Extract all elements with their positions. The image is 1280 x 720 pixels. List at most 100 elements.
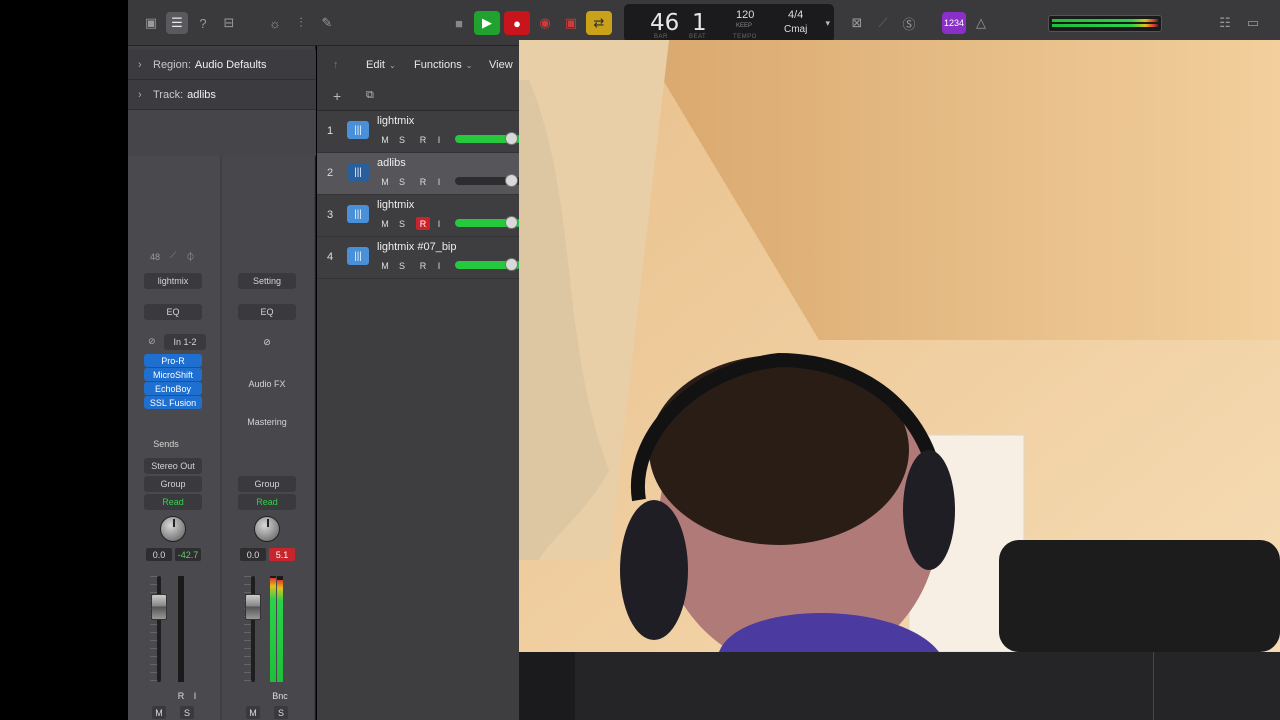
add-track-button[interactable]: + xyxy=(333,88,341,104)
mute-icon[interactable]: ⟋ xyxy=(872,12,894,34)
track-record-button[interactable]: R xyxy=(416,133,430,146)
automation-mode[interactable]: Read xyxy=(144,494,202,510)
lcd-display[interactable]: 46 1 BAR BEAT 120 KEEP TEMPO 4/4 Cmaj ▾ xyxy=(624,4,834,42)
capture-recording-button[interactable]: ◉ xyxy=(532,11,558,35)
chevron-down-icon[interactable]: ▾ xyxy=(825,18,830,29)
volume-fader-track[interactable] xyxy=(157,576,161,682)
track-mute-button[interactable]: M xyxy=(378,217,392,230)
inspector-icon[interactable]: ☰ xyxy=(166,12,188,34)
count-in-button[interactable]: 1234 xyxy=(942,12,966,34)
volume-readout[interactable]: 0.0 xyxy=(240,548,266,561)
play-button[interactable]: ▶ xyxy=(474,11,500,35)
audio-fx-slot[interactable]: Audio FX xyxy=(238,354,296,414)
volume-fader[interactable] xyxy=(151,594,167,620)
smart-controls-icon[interactable]: ☼ xyxy=(264,12,286,34)
pan-knob[interactable] xyxy=(160,516,186,542)
track-lane[interactable] xyxy=(575,652,1280,720)
up-arrow-icon[interactable]: ↑ xyxy=(333,59,339,71)
autopunch-button[interactable]: ▣ xyxy=(558,11,584,35)
plugin-slot-1[interactable]: Pro-R xyxy=(144,354,202,367)
stop-button[interactable]: ■ xyxy=(446,11,472,35)
channel-setting-button[interactable]: Setting xyxy=(238,273,296,289)
link-icon[interactable]: ⊘ xyxy=(238,334,296,350)
record-button[interactable]: ● xyxy=(504,11,530,35)
eq-button[interactable]: EQ xyxy=(144,304,202,320)
channel-setting-button[interactable]: lightmix xyxy=(144,273,202,289)
solo-button[interactable]: S xyxy=(274,706,288,719)
track-inspector-row[interactable]: › Track: adlibs xyxy=(128,80,316,110)
metronome-icon[interactable]: △ xyxy=(970,12,992,34)
chevron-right-icon[interactable]: › xyxy=(138,59,153,71)
group-slot[interactable]: Group xyxy=(238,476,296,492)
solo-button[interactable]: S xyxy=(180,706,194,719)
note-pad-icon[interactable]: ▭ xyxy=(1242,12,1264,34)
mastering-slot[interactable]: Mastering xyxy=(238,414,296,430)
mute-button[interactable]: M xyxy=(152,706,166,719)
quick-help-icon[interactable]: ? xyxy=(192,12,214,34)
track-input-monitor-button[interactable]: I xyxy=(432,259,446,272)
plugin-slot-4[interactable]: SSL Fusion xyxy=(144,396,202,409)
playhead[interactable] xyxy=(1153,652,1154,720)
peak-readout[interactable]: -42.7 xyxy=(175,548,201,561)
tuner-icon[interactable]: ⊠ xyxy=(846,12,868,34)
toolbar-icon[interactable]: ⊟ xyxy=(218,12,240,34)
track-name[interactable]: adlibs xyxy=(377,157,406,169)
gain-curve-icon[interactable]: ⟋ xyxy=(170,250,176,261)
automation-mode[interactable]: Read xyxy=(238,494,296,510)
track-name[interactable]: lightmix xyxy=(377,199,414,211)
track-volume-slider[interactable] xyxy=(455,132,521,145)
volume-slider-knob[interactable] xyxy=(505,174,518,187)
group-slot[interactable]: Group xyxy=(144,476,202,492)
eq-button[interactable]: EQ xyxy=(238,304,296,320)
input-monitor-button[interactable]: I xyxy=(188,689,202,702)
sends-slot[interactable]: Sends xyxy=(144,436,188,452)
output-slot[interactable]: Stereo Out xyxy=(144,458,202,474)
track-input-monitor-button[interactable]: I xyxy=(432,217,446,230)
track-volume-slider[interactable] xyxy=(455,258,521,271)
volume-fader-track[interactable] xyxy=(251,576,255,682)
track-volume-slider[interactable] xyxy=(455,174,521,187)
track-input-monitor-button[interactable]: I xyxy=(432,175,446,188)
cycle-button[interactable]: ⇄ xyxy=(586,11,612,35)
track-record-button[interactable]: R xyxy=(416,259,430,272)
track-record-button[interactable]: R xyxy=(416,175,430,188)
track-solo-button[interactable]: S xyxy=(395,133,409,146)
plugin-slot-3[interactable]: EchoBoy xyxy=(144,382,202,395)
track-header-3[interactable]: 3 ||| lightmix M S R I xyxy=(317,195,521,237)
mute-button[interactable]: M xyxy=(246,706,260,719)
pan-knob[interactable] xyxy=(254,516,280,542)
track-header-1[interactable]: 1 ||| lightmix M S R I xyxy=(317,111,521,153)
library-icon[interactable]: ▣ xyxy=(140,12,162,34)
track-solo-button[interactable]: S xyxy=(395,217,409,230)
track-input-monitor-button[interactable]: I xyxy=(432,133,446,146)
track-record-button[interactable]: R xyxy=(416,217,430,230)
editors-icon[interactable]: ✎ xyxy=(316,12,338,34)
phase-invert-icon[interactable]: ⏀ xyxy=(186,250,195,263)
list-editors-icon[interactable]: ☷ xyxy=(1214,12,1236,34)
region-inspector-row[interactable]: › Region: Audio Defaults xyxy=(128,50,316,80)
track-solo-button[interactable]: S xyxy=(395,175,409,188)
volume-slider-knob[interactable] xyxy=(505,216,518,229)
solo-icon[interactable]: Ⓢ xyxy=(898,12,920,34)
volume-slider-knob[interactable] xyxy=(505,132,518,145)
chevron-right-icon[interactable]: › xyxy=(138,89,153,101)
track-volume-slider[interactable] xyxy=(455,216,521,229)
track-name[interactable]: lightmix xyxy=(377,115,414,127)
track-solo-button[interactable]: S xyxy=(395,259,409,272)
bounce-button[interactable]: Bnc xyxy=(266,689,294,702)
track-mute-button[interactable]: M xyxy=(378,175,392,188)
volume-slider-knob[interactable] xyxy=(505,258,518,271)
view-menu[interactable]: View xyxy=(489,59,513,71)
volume-readout[interactable]: 0.0 xyxy=(146,548,172,561)
track-name[interactable]: lightmix #07_bip xyxy=(377,241,457,253)
track-header-2[interactable]: 2 ||| adlibs M S R I xyxy=(317,153,521,195)
link-icon[interactable]: ⊘ xyxy=(148,336,156,347)
duplicate-track-icon[interactable]: ⧉ xyxy=(366,89,374,102)
track-mute-button[interactable]: M xyxy=(378,133,392,146)
track-mute-button[interactable]: M xyxy=(378,259,392,272)
peak-readout[interactable]: 5.1 xyxy=(269,548,295,561)
record-enable-button[interactable]: R xyxy=(174,689,188,702)
input-slot[interactable]: In 1-2 xyxy=(164,334,206,350)
edit-menu[interactable]: Edit ⌄ xyxy=(366,59,396,71)
mixer-icon[interactable]: ⫶ xyxy=(290,12,312,34)
